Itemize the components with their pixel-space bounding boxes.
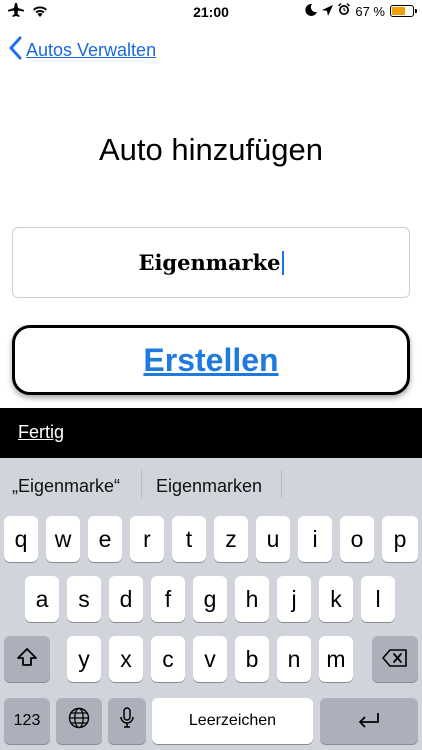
- key-y[interactable]: y: [67, 636, 101, 682]
- key-n[interactable]: n: [277, 636, 311, 682]
- key-t[interactable]: t: [172, 516, 206, 562]
- key-c[interactable]: c: [151, 636, 185, 682]
- battery-percent: 67 %: [355, 3, 385, 19]
- key-k[interactable]: k: [319, 576, 353, 622]
- suggestion-divider: [141, 470, 142, 498]
- suggestion-item[interactable]: Eigenmarken: [156, 476, 262, 497]
- key-f[interactable]: f: [151, 576, 185, 622]
- create-button[interactable]: Erstellen: [12, 325, 410, 395]
- keyboard-toolbar: Fertig: [0, 408, 422, 458]
- suggestion-bar: „Eigenmarke“ Eigenmarken: [0, 458, 422, 512]
- done-button[interactable]: Fertig: [18, 422, 64, 443]
- key-o[interactable]: o: [340, 516, 374, 562]
- status-bar: 21:00 67 %: [0, 0, 422, 24]
- key-z[interactable]: z: [214, 516, 248, 562]
- alarm-icon: [338, 3, 351, 19]
- suggestion-item[interactable]: „Eigenmarke“: [12, 476, 120, 497]
- globe-icon: [68, 707, 90, 735]
- car-name-value: Eigenmarke: [138, 250, 281, 275]
- location-arrow-icon: [322, 4, 334, 19]
- key-v[interactable]: v: [193, 636, 227, 682]
- backspace-key[interactable]: [372, 636, 418, 682]
- key-i[interactable]: i: [298, 516, 332, 562]
- key-g[interactable]: g: [193, 576, 227, 622]
- page-title: Auto hinzufügen: [98, 132, 324, 167]
- key-h[interactable]: h: [235, 576, 269, 622]
- battery-fill: [392, 7, 406, 15]
- back-button[interactable]: Autos Verwalten: [8, 36, 156, 65]
- return-icon: [357, 708, 381, 735]
- key-j[interactable]: j: [277, 576, 311, 622]
- key-b[interactable]: b: [235, 636, 269, 682]
- text-caret: [281, 250, 284, 275]
- key-a[interactable]: a: [25, 576, 59, 622]
- key-l[interactable]: l: [361, 576, 395, 622]
- chevron-left-icon: [8, 36, 22, 65]
- moon-icon: [305, 3, 318, 19]
- key-p[interactable]: p: [382, 516, 418, 562]
- key-d[interactable]: d: [109, 576, 143, 622]
- status-right: 67 %: [305, 3, 417, 19]
- shift-key[interactable]: [4, 636, 50, 682]
- battery-icon: [390, 5, 417, 17]
- numbers-key[interactable]: 123: [4, 698, 50, 744]
- shift-icon: [16, 646, 38, 673]
- space-key[interactable]: Leerzeichen: [152, 698, 313, 744]
- key-u[interactable]: u: [256, 516, 290, 562]
- suggestion-divider: [281, 470, 282, 498]
- key-q[interactable]: q: [4, 516, 38, 562]
- return-key[interactable]: [320, 698, 418, 744]
- key-e[interactable]: e: [88, 516, 122, 562]
- keyboard: „Eigenmarke“ Eigenmarken q w e r t z u i…: [0, 458, 422, 750]
- key-x[interactable]: x: [109, 636, 143, 682]
- back-button-label: Autos Verwalten: [26, 40, 157, 60]
- key-r[interactable]: r: [130, 516, 164, 562]
- key-s[interactable]: s: [67, 576, 101, 622]
- key-w[interactable]: w: [46, 516, 80, 562]
- car-name-input[interactable]: Eigenmarke: [12, 227, 410, 298]
- key-m[interactable]: m: [319, 636, 353, 682]
- backspace-icon: [382, 646, 408, 673]
- globe-key[interactable]: [56, 698, 102, 744]
- microphone-key[interactable]: [108, 698, 146, 744]
- microphone-icon: [120, 707, 134, 735]
- create-button-label: Erstellen: [143, 341, 279, 378]
